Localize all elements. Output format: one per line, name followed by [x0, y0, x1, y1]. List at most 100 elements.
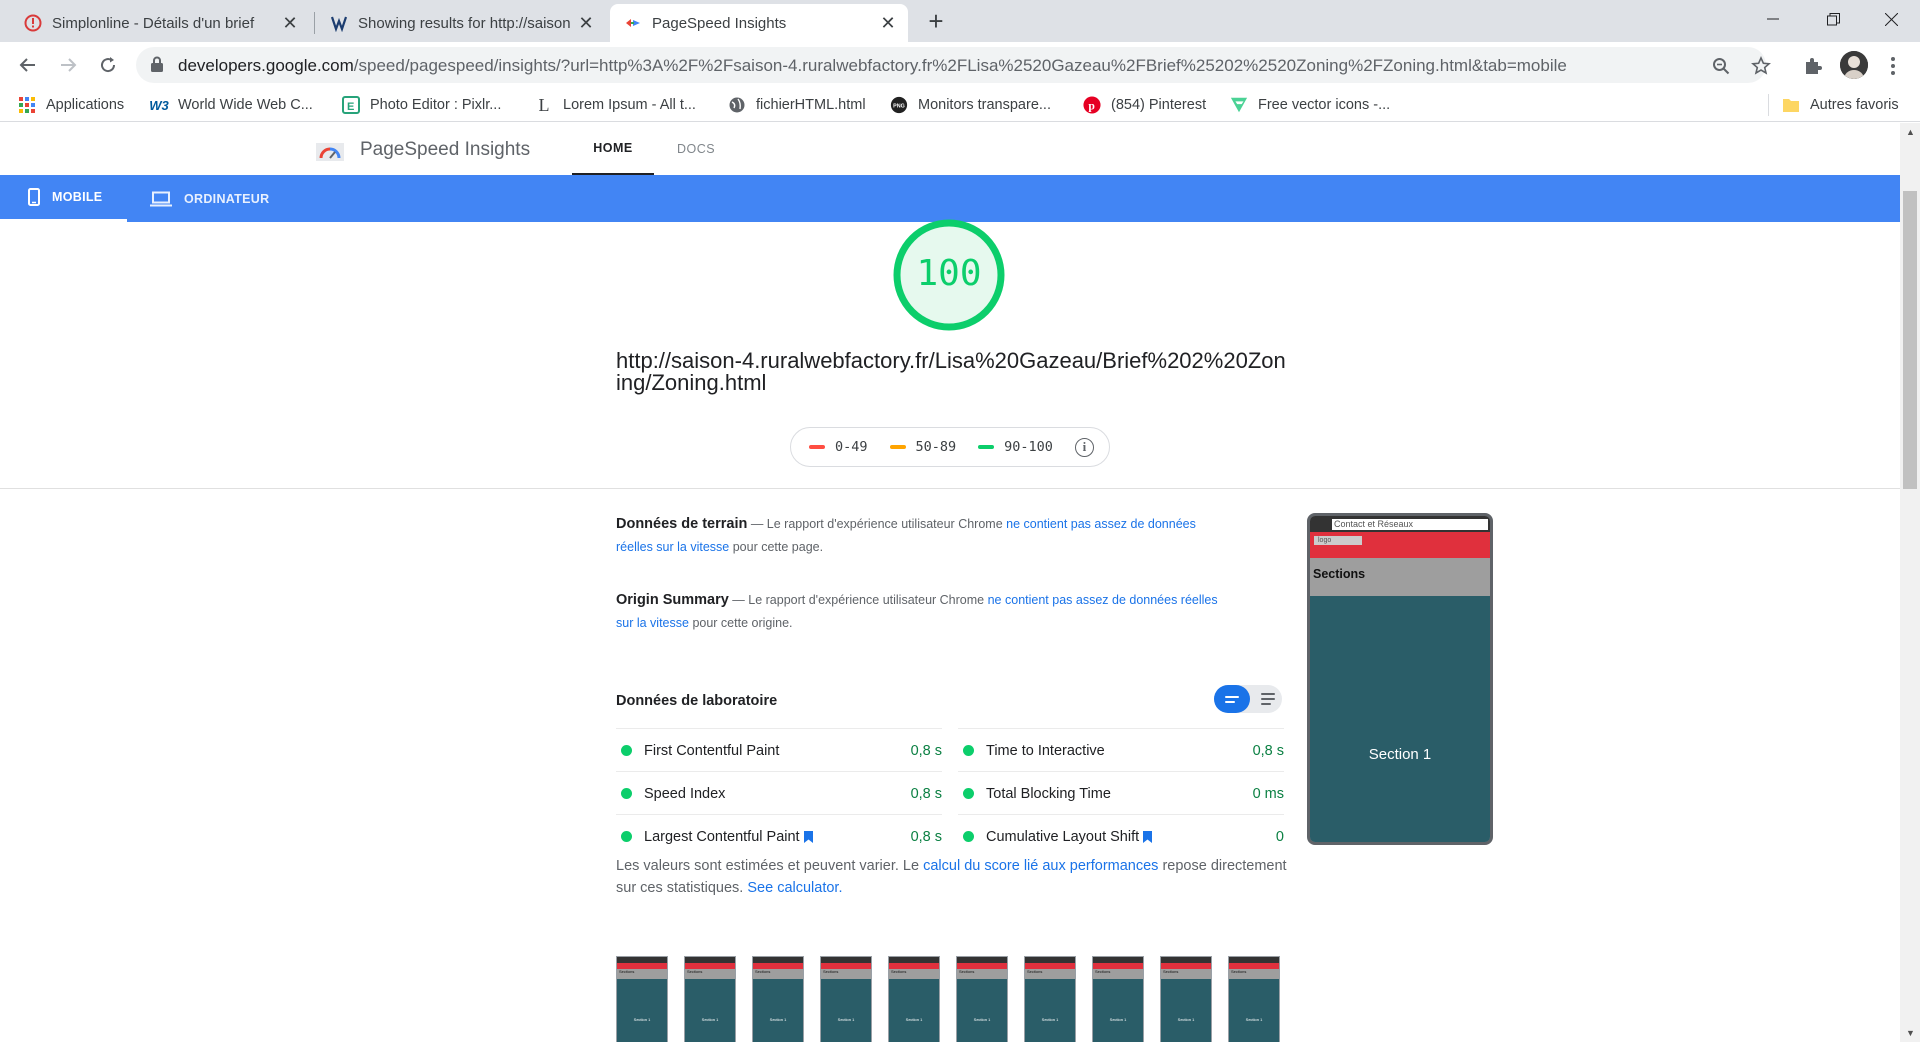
screenshot-logo: logo: [1314, 536, 1362, 545]
url-text: developers.google.com/speed/pagespeed/in…: [178, 56, 1567, 76]
legend-item-average: 50-89: [889, 439, 956, 455]
toggle-line: [1261, 698, 1275, 700]
flaticon-icon: [1230, 96, 1248, 114]
screenshot-header: logo: [1310, 532, 1490, 558]
browser-tab-strip: Simplonline - Détails d'un brief ✕ Showi…: [0, 0, 1920, 42]
filmstrip-frame: Sections Section 1: [616, 956, 668, 1042]
new-tab-button[interactable]: +: [922, 8, 950, 36]
bookmark-applications[interactable]: Applications: [18, 94, 124, 116]
browser-tab-simplonline[interactable]: Simplonline - Détails d'un brief ✕: [10, 4, 310, 42]
zoom-icon[interactable]: [1710, 55, 1732, 77]
filmstrip-frame: Sections Section 1: [684, 956, 736, 1042]
bookmark-monitors[interactable]: PNG Monitors transpare...: [890, 94, 1051, 116]
metric-name-wrap: Largest Contentful Paint: [644, 829, 911, 845]
metric-name: Speed Index: [644, 785, 726, 802]
tab-desktop[interactable]: ORDINATEUR: [150, 175, 280, 222]
nav-docs-tab[interactable]: DOCS: [660, 123, 732, 175]
metric-value: 0,8 s: [910, 785, 942, 802]
final-screenshot: Contact et Réseaux logo Sections Section…: [1307, 513, 1493, 845]
pass-dot-icon: [621, 745, 632, 756]
bookmark-w3c[interactable]: W3 World Wide Web C...: [149, 94, 313, 116]
frame-section-label: Section 1: [973, 1017, 991, 1022]
profile-avatar[interactable]: [1840, 51, 1868, 79]
device-tab-bar: MOBILE ORDINATEUR: [0, 175, 1900, 222]
folder-icon: [1782, 96, 1800, 114]
field-data-text: — Le rapport d'expérience utilisateur Ch…: [750, 517, 1003, 531]
legend-label: 0-49: [835, 439, 868, 455]
see-calculator-link[interactable]: See calculator.: [747, 880, 842, 896]
core-web-vital-bookmark-icon: [803, 830, 813, 843]
bookmark-star-icon[interactable]: [1750, 55, 1772, 77]
tab-mobile[interactable]: MOBILE: [0, 175, 127, 222]
performance-score: 100: [916, 253, 982, 294]
pass-dot-icon: [621, 831, 632, 842]
metric-value: 0 ms: [1252, 785, 1284, 802]
tab-title: PageSpeed Insights: [652, 14, 787, 32]
scroll-up-arrow-icon[interactable]: ▲: [1906, 127, 1915, 137]
forward-arrow-icon[interactable]: [52, 49, 84, 81]
metric-tbt: Total Blocking Time 0 ms: [958, 771, 1284, 815]
scroll-down-arrow-icon[interactable]: ▼: [1906, 1028, 1915, 1038]
toggle-line: [1225, 700, 1235, 703]
tab-mobile-label: MOBILE: [52, 190, 103, 204]
field-data-tail: pour cette page.: [732, 540, 824, 554]
more-menu-icon[interactable]: [1880, 53, 1906, 79]
browser-toolbar: developers.google.com/speed/pagespeed/in…: [0, 42, 1920, 88]
metric-value: 0,8 s: [910, 828, 942, 845]
bookmark-pixlr[interactable]: E Photo Editor : Pixlr...: [342, 94, 501, 116]
bookmark-fichier[interactable]: fichierHTML.html: [728, 94, 866, 116]
browser-tab-validator[interactable]: Showing results for http://saison ✕: [316, 4, 606, 42]
filmstrip-frame: Sections Section 1: [1160, 956, 1212, 1042]
toggle-compact-icon[interactable]: [1214, 685, 1250, 713]
minimize-window-icon[interactable]: [1744, 0, 1802, 38]
legend-item-fail: 0-49: [809, 439, 868, 455]
tab-title: Showing results for http://saison: [358, 14, 571, 32]
address-bar[interactable]: developers.google.com/speed/pagespeed/in…: [136, 47, 1771, 83]
globe-icon: [728, 96, 746, 114]
psi-logo-icon: [316, 143, 344, 161]
pixlr-icon: E: [342, 96, 360, 114]
page-scrollbar[interactable]: ▲ ▼: [1900, 123, 1920, 1042]
close-tab-icon[interactable]: ✕: [280, 13, 300, 33]
bookmark-lorem[interactable]: L Lorem Ipsum - All t...: [535, 94, 696, 116]
laptop-icon: [150, 191, 172, 207]
reload-icon[interactable]: [92, 49, 124, 81]
extensions-icon[interactable]: [1800, 53, 1826, 79]
metric-value: 0: [1275, 828, 1284, 845]
bookmark-flaticon[interactable]: Free vector icons -...: [1230, 94, 1390, 116]
score-calculation-link[interactable]: calcul du score lié aux performances: [923, 858, 1158, 874]
metrics-view-toggle[interactable]: [1214, 685, 1282, 713]
legend-label: 90-100: [1004, 439, 1053, 455]
bookmark-pinterest[interactable]: p (854) Pinterest: [1083, 94, 1206, 116]
nav-home-tab[interactable]: HOME: [572, 123, 654, 175]
bookmark-label: Lorem Ipsum - All t...: [563, 97, 696, 113]
info-icon[interactable]: i: [1074, 437, 1094, 457]
apps-grid-icon: [18, 96, 36, 114]
lorem-l-icon: L: [538, 94, 550, 115]
close-tab-icon[interactable]: ✕: [878, 13, 898, 33]
screenshot-section-1-label: Section 1: [1368, 746, 1432, 763]
bookmark-divider: [1768, 94, 1769, 116]
frame-section-label: Section 1: [1041, 1017, 1059, 1022]
filmstrip-frame: Sections Section 1: [888, 956, 940, 1042]
svg-text:E: E: [347, 101, 354, 113]
pass-dot-icon: [963, 788, 974, 799]
filmstrip-frame: Sections Section 1: [752, 956, 804, 1042]
tab-desktop-label: ORDINATEUR: [184, 191, 270, 206]
frame-section-label: Section 1: [1245, 1017, 1263, 1022]
toggle-expanded-icon[interactable]: [1254, 685, 1282, 713]
close-window-icon[interactable]: [1862, 0, 1920, 38]
screenshot-section-block: [1310, 596, 1490, 842]
lock-icon[interactable]: [150, 56, 164, 78]
close-tab-icon[interactable]: ✕: [576, 13, 596, 33]
bookmark-other-folder[interactable]: Autres favoris: [1782, 94, 1899, 116]
scrollbar-thumb[interactable]: [1903, 191, 1917, 489]
restore-window-icon[interactable]: [1804, 0, 1862, 38]
section-divider: [0, 488, 1900, 489]
frame-section-label: Section 1: [837, 1017, 855, 1022]
browser-tab-pagespeed[interactable]: PageSpeed Insights ✕: [610, 4, 908, 42]
simplonline-icon: [24, 14, 42, 32]
bookmark-label: fichierHTML.html: [756, 97, 866, 113]
back-arrow-icon[interactable]: [12, 49, 44, 81]
frame-section-label: Section 1: [769, 1017, 787, 1022]
